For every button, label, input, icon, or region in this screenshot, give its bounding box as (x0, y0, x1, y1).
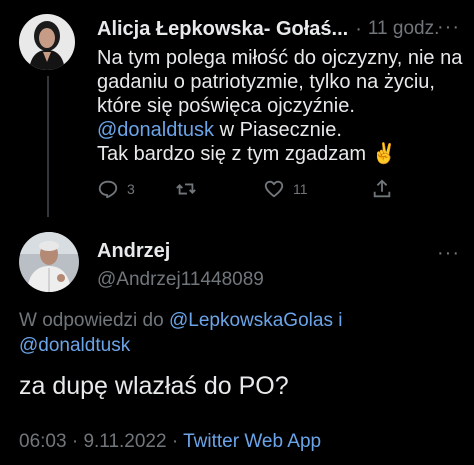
heart-icon (264, 180, 284, 198)
tweet-text: Na tym polega miłość do ojczyzny, nie na… (97, 46, 463, 166)
tweet-text-line: gadaniu o patriotyzmie, tylko na życiu, (97, 71, 435, 93)
author-handle[interactable]: @Andrzej11448089 (97, 269, 264, 291)
tweet-text: za dupę wlazłaś do PO? (19, 372, 289, 400)
author-avatar-alicja[interactable] (19, 14, 75, 70)
reply-icon (98, 180, 118, 199)
reply-button[interactable]: 3 (97, 178, 135, 200)
like-button[interactable]: 11 (263, 178, 308, 200)
mention-link[interactable]: @LepkowskaGolas i (169, 310, 342, 331)
tweet-text-line: Na tym polega miłość do ojczyzny, nie na (97, 47, 463, 69)
more-options-icon[interactable]: ··· (437, 242, 460, 265)
share-icon (373, 179, 391, 198)
like-count: 11 (293, 181, 308, 197)
meta-separator: · (171, 431, 179, 452)
header-separator: · (355, 17, 362, 40)
tweet-text-line: @donaldtusk w Piasecznie. (97, 118, 437, 142)
replying-to-label: W odpowiedzi do (19, 310, 169, 331)
meta-separator: · (71, 431, 79, 452)
author-name[interactable]: Andrzej (97, 240, 264, 263)
victory-hand-emoji: ✌️ (371, 143, 397, 165)
more-options-icon[interactable]: ··· (437, 16, 460, 39)
retweet-button[interactable] (175, 178, 197, 200)
retweet-icon (176, 183, 196, 195)
thread-connector-line (47, 76, 49, 217)
mention-link[interactable]: @donaldtusk (19, 335, 130, 356)
tweet-actions: 3 11 (97, 178, 397, 204)
replying-to: W odpowiedzi do @LepkowskaGolas i @donald… (19, 308, 459, 358)
tweet-meta: 06:03 · 9.11.2022 · Twitter Web App (19, 431, 321, 453)
tweet-date[interactable]: 9.11.2022 (83, 431, 166, 452)
author-avatar-andrzej[interactable] (19, 232, 79, 292)
tweet-time[interactable]: 06:03 (19, 431, 67, 452)
reply-count: 3 (127, 181, 135, 197)
tweet-text-line: które się poświęca ojczyźnie. (97, 95, 355, 117)
tweet-time[interactable]: 11 godz. (368, 18, 439, 40)
author-name[interactable]: Alicja Łepkowska- Gołaś... (97, 18, 348, 41)
last-line-text: Tak bardzo się z tym zgadzam (97, 143, 366, 165)
mention-link[interactable]: @donaldtusk (97, 119, 214, 141)
reply-author[interactable]: Andrzej @Andrzej11448089 (97, 240, 264, 291)
share-button[interactable] (371, 178, 393, 200)
tweet-header: Alicja Łepkowska- Gołaś... · 11 godz. (97, 14, 464, 44)
tweet-text-line: Tak bardzo się z tym zgadzam ✌️ (97, 142, 437, 166)
tweet-parent[interactable]: Alicja Łepkowska- Gołaś... · 11 godz. ··… (97, 14, 464, 166)
mention-suffix: w Piasecznie. (214, 119, 342, 141)
source-app-link[interactable]: Twitter Web App (183, 431, 321, 452)
